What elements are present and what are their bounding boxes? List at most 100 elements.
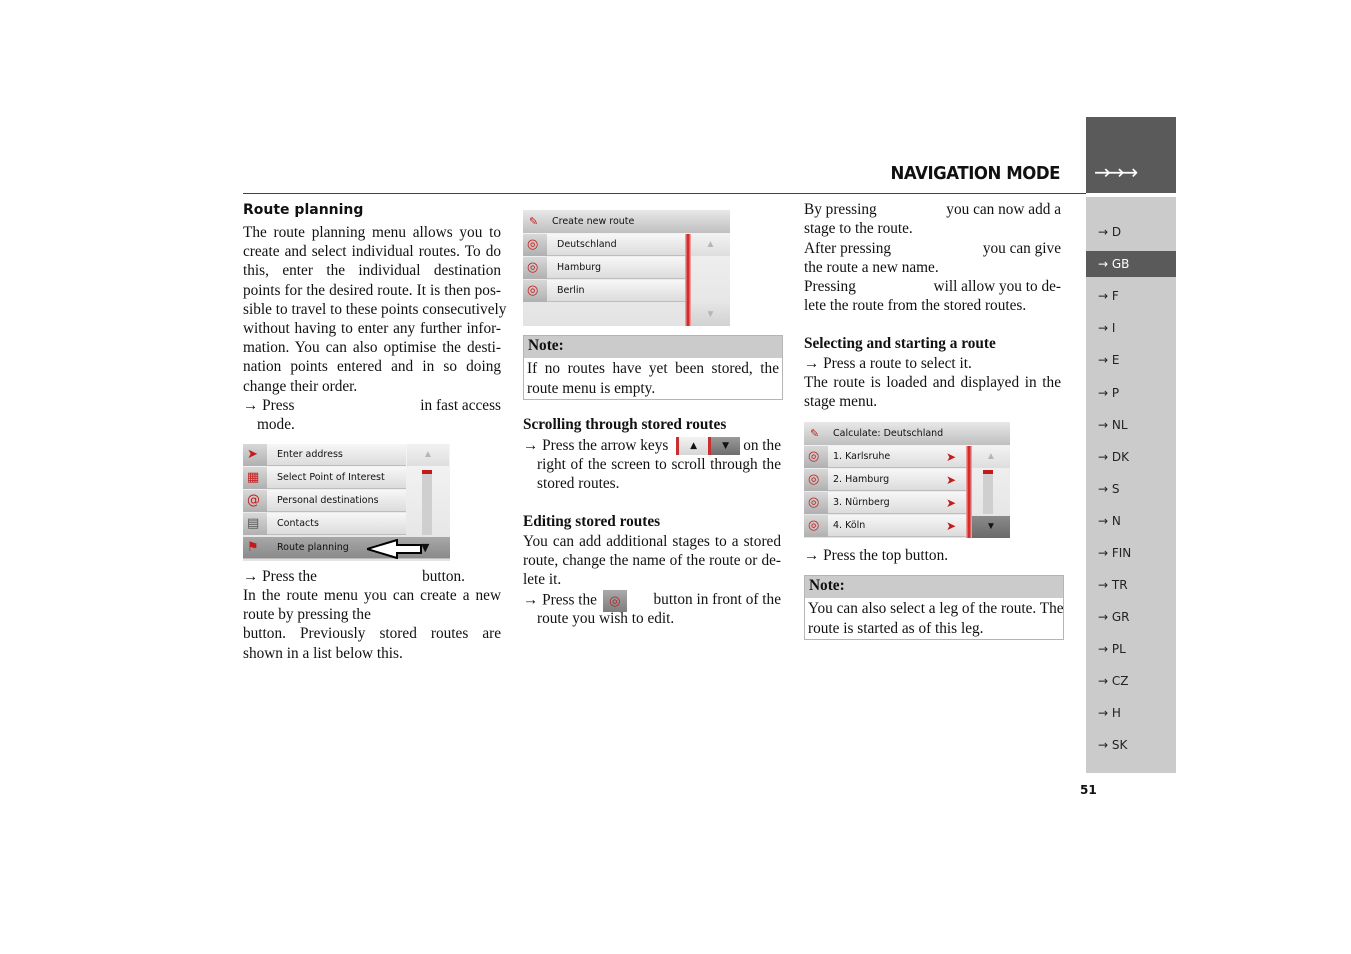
pressing-delete-text: Pressing will allow you to de- lete the … xyxy=(804,277,1061,315)
scroll-up-button[interactable]: ▲ xyxy=(691,234,730,256)
route-item-deutschland[interactable]: ◎ Deutschland xyxy=(523,234,685,256)
menu-item-select-poi[interactable]: ▦ Select Point of Interest xyxy=(243,467,406,489)
step-text: → Press the top button. xyxy=(804,547,949,564)
by-pressing-text: By pressing you can now add a stage to t… xyxy=(804,200,1061,238)
navigate-arrow-icon: ➤ xyxy=(945,519,956,533)
lang-item-fin[interactable]: → FIN xyxy=(1086,540,1176,566)
text-line: shown in a list below this. xyxy=(243,644,403,662)
text-line: points for the desired route. It is then… xyxy=(243,281,501,299)
edit-stage-icon[interactable]: ◎ xyxy=(804,492,828,514)
create-new-route-button[interactable]: ✎ Create new route xyxy=(523,210,730,233)
lang-item-tr[interactable]: → TR xyxy=(1086,572,1176,598)
scrollbar-track[interactable] xyxy=(422,470,432,535)
calculate-route-button[interactable]: ✎ Calculate: Deutschland xyxy=(804,422,1010,445)
step-text: → Press xyxy=(243,397,295,414)
calculate-route-icon: ✎ xyxy=(810,427,820,440)
menu-item-contacts[interactable]: ▤ Contacts xyxy=(243,513,406,535)
note-heading: Note: xyxy=(524,336,782,358)
text-line: mation. You can also optimise the desti- xyxy=(243,339,501,357)
scrollbar-thumb[interactable] xyxy=(983,470,993,474)
scroll-up-button[interactable]: ▲ xyxy=(407,444,449,466)
lang-item-nl[interactable]: → NL xyxy=(1086,412,1176,438)
stage-item-4[interactable]: ◎ 4. Köln ➤ xyxy=(804,515,966,537)
pointer-arrow-icon xyxy=(367,539,422,559)
lang-item-e[interactable]: → E xyxy=(1086,347,1176,373)
lang-item-h[interactable]: → H xyxy=(1086,700,1176,726)
contacts-icon: ▤ xyxy=(243,513,267,535)
section-heading-scrolling: Scrolling through stored routes xyxy=(523,416,727,433)
edit-stage-icon[interactable]: ◎ xyxy=(804,515,828,537)
section-heading-selecting: Selecting and starting a route xyxy=(804,335,996,352)
lang-item-sk[interactable]: → SK xyxy=(1086,732,1176,758)
step-text: mode. xyxy=(257,416,295,433)
text-line: You can also select a leg of the route. … xyxy=(808,600,1064,617)
scrollbar-thumb[interactable] xyxy=(422,470,432,474)
stage-menu-screenshot: ✎ Calculate: Deutschland ◎ 1. Karlsruhe … xyxy=(804,422,1010,538)
stage-item-1[interactable]: ◎ 1. Karlsruhe ➤ xyxy=(804,446,966,468)
navigate-arrow-icon: ➤ xyxy=(945,450,956,464)
scroll-down-button[interactable]: ▼ xyxy=(691,304,730,326)
lang-item-dk[interactable]: → DK xyxy=(1086,444,1176,470)
text-line: Pressing xyxy=(804,278,856,295)
outro-paragraph: In the route menu you can create a new r… xyxy=(243,586,501,663)
step-text: → Press the xyxy=(523,591,597,609)
text-line: change their order. xyxy=(243,377,358,395)
text-line: will allow you to de- xyxy=(933,278,1061,295)
lang-item-f[interactable]: → F xyxy=(1086,283,1176,309)
personal-destinations-icon: @ xyxy=(243,490,267,512)
header-arrows-icon: →→→ xyxy=(1094,160,1138,184)
text-line: nation points entered and in so doing xyxy=(243,358,501,376)
text-line: right of the screen to scroll through th… xyxy=(537,456,781,473)
lang-item-pl[interactable]: → PL xyxy=(1086,636,1176,662)
route-item-berlin[interactable]: ◎ Berlin xyxy=(523,280,685,302)
lang-item-gb[interactable]: → GB xyxy=(1086,251,1176,277)
navigate-arrow-icon: ➤ xyxy=(945,473,956,487)
scroll-down-button[interactable]: ▼ xyxy=(421,537,429,559)
menu-item-route-planning[interactable]: ⚑ Route planning ▼ xyxy=(243,537,450,559)
route-planning-icon: ⚑ xyxy=(247,540,259,555)
lang-item-p[interactable]: → P xyxy=(1086,380,1176,406)
lang-item-n[interactable]: → N xyxy=(1086,508,1176,534)
text-line: stage to the route. xyxy=(804,220,913,238)
section-heading-route-planning: Route planning xyxy=(243,202,364,218)
step-text: → Press a route to select it. xyxy=(804,355,972,372)
edit-stage-icon[interactable]: ◎ xyxy=(804,469,828,491)
lang-item-cz[interactable]: → CZ xyxy=(1086,668,1176,694)
edit-route-icon[interactable]: ◎ xyxy=(523,257,547,279)
step-text: on the xyxy=(743,437,781,454)
arrow-down-key-icon: ▼ xyxy=(708,437,741,456)
press-route-planning-step: → Press the button. xyxy=(243,567,465,586)
text-line: the route a new name. xyxy=(804,259,939,277)
stage-item-3[interactable]: ◎ 3. Nürnberg ➤ xyxy=(804,492,966,514)
stage-item-2[interactable]: ◎ 2. Hamburg ➤ xyxy=(804,469,966,491)
text-line: you can give xyxy=(982,240,1061,257)
menu-item-enter-address[interactable]: ➤ Enter address xyxy=(243,444,406,466)
scroll-up-button[interactable]: ▲ xyxy=(972,446,1010,468)
menu-item-personal-destinations[interactable]: @ Personal destinations xyxy=(243,490,406,512)
text-line: you can now add a xyxy=(946,201,1061,218)
text-line: sible to travel to these points consecut… xyxy=(243,300,507,318)
text-line: button. Previously stored routes are xyxy=(243,625,501,643)
lang-item-d[interactable]: → D xyxy=(1086,219,1176,245)
lang-item-s[interactable]: → S xyxy=(1086,476,1176,502)
header-divider xyxy=(243,193,1086,194)
edit-route-icon[interactable]: ◎ xyxy=(523,234,547,256)
language-sidebar: → D → GB → F → I → E → P → NL → DK → S →… xyxy=(1086,197,1176,773)
scroll-down-button[interactable]: ▼ xyxy=(972,516,1010,538)
create-route-icon: ✎ xyxy=(529,215,539,228)
press-fast-access-step: → Press in fast access xyxy=(243,396,501,415)
route-item-hamburg[interactable]: ◎ Hamburg xyxy=(523,257,685,279)
scrollbar-track[interactable] xyxy=(983,470,993,514)
lang-item-gr[interactable]: → GR xyxy=(1086,604,1176,630)
editing-paragraph: You can add additional stages to a store… xyxy=(523,532,781,590)
note-body: You can also select a leg of the route. … xyxy=(805,598,1064,639)
intro-paragraph: The route planning menu allows you to cr… xyxy=(243,223,507,396)
lang-item-i[interactable]: → I xyxy=(1086,315,1176,341)
edit-stage-icon[interactable]: ◎ xyxy=(804,446,828,468)
step-text: → Press the arrow keys xyxy=(523,437,669,454)
edit-route-icon[interactable]: ◎ xyxy=(523,280,547,302)
step-text: button. xyxy=(422,568,465,585)
selecting-paragraph: The route is loaded and displayed in the… xyxy=(804,373,1061,411)
page-number: 51 xyxy=(1080,783,1097,797)
text-line: create and select individual routes. To … xyxy=(243,243,501,261)
